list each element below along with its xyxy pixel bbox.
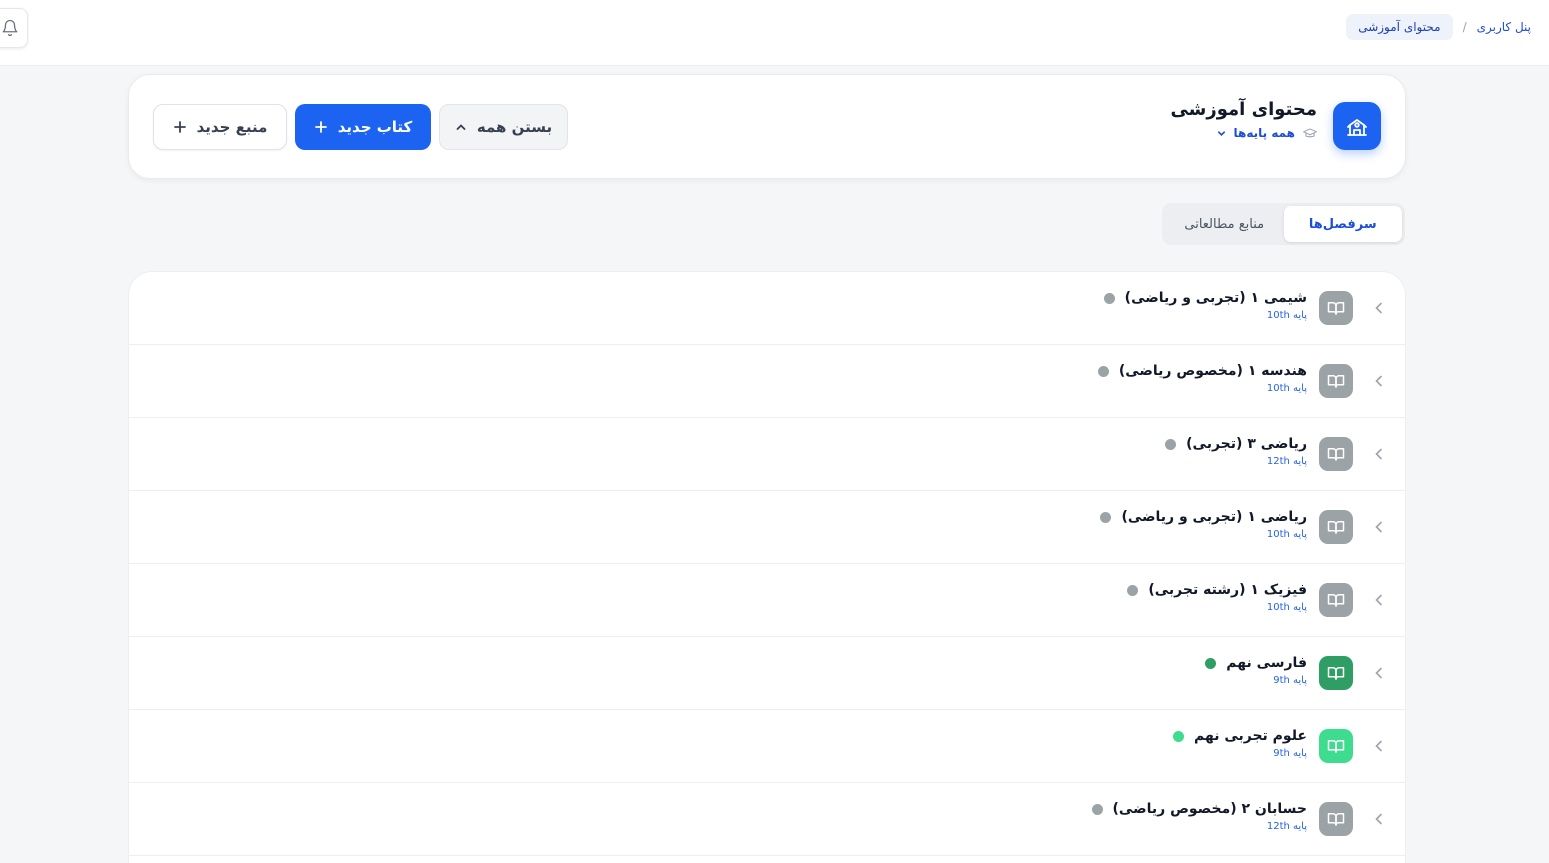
grade-filter[interactable]: همه پایه‌ها: [1170, 126, 1317, 140]
chevron-left-icon[interactable]: [1373, 665, 1385, 681]
plus-icon: [314, 121, 327, 133]
graduation-cap-icon: [1303, 128, 1317, 138]
book-row[interactable]: علوم تجربی نهم پایه 9th: [129, 710, 1405, 783]
book-row[interactable]: هندسه ۱ (مخصوص ریاضی) پایه 10th: [129, 345, 1405, 418]
plus-icon: [173, 121, 186, 133]
status-dot: [1172, 730, 1184, 742]
book-row[interactable]: ریاضی ۱ (تجربی و ریاضی) پایه 10th: [129, 491, 1405, 564]
new-book-label: کتاب جدید: [337, 118, 413, 136]
book-grade: پایه 9th: [1273, 748, 1307, 759]
book-grade: پایه 12th: [1266, 456, 1307, 467]
top-bar: پنل کاربری / محتوای آموزشی: [0, 0, 1549, 66]
book-row[interactable]: ریاضی ۳ (تجربی) پایه 12th: [129, 418, 1405, 491]
status-dot: [1205, 657, 1217, 669]
book-grade: پایه 10th: [1266, 310, 1307, 321]
breadcrumb-current: محتوای آموزشی: [1346, 14, 1453, 40]
breadcrumb-separator: /: [1462, 20, 1467, 34]
book-row[interactable]: فارسی نهم پایه 9th: [129, 637, 1405, 710]
chevron-up-icon: [456, 124, 466, 130]
book-grade: پایه 10th: [1266, 383, 1307, 394]
book-open-icon: [1319, 583, 1353, 617]
chevron-left-icon[interactable]: [1373, 446, 1385, 462]
page-title: محتوای آموزشی: [1170, 99, 1317, 120]
book-open-icon: [1319, 729, 1353, 763]
book-title: فیزیک ۱ (رشته تجربی): [1148, 582, 1307, 598]
status-dot: [1165, 438, 1177, 450]
chevron-left-icon[interactable]: [1373, 300, 1385, 316]
book-info: هندسه ۱ (مخصوص ریاضی) پایه 10th: [1097, 363, 1307, 394]
book-grade: پایه 10th: [1266, 529, 1307, 540]
chevron-down-icon: [1217, 130, 1225, 136]
book-title: شیمی ۱ (تجربی و ریاضی): [1124, 290, 1307, 306]
status-dot: [1103, 292, 1115, 304]
book-open-icon: [1319, 510, 1353, 544]
book-title: فارسی نهم: [1226, 655, 1307, 671]
book-info: حسابان ۲ (مخصوص ریاضی) پایه 12th: [1091, 801, 1307, 832]
book-info: ریاضی ۳ (تجربی) پایه 12th: [1165, 436, 1307, 467]
book-row[interactable]: شیمی ۱ (تجربی و ریاضی) پایه 10th: [129, 272, 1405, 345]
school-icon: [1333, 102, 1381, 150]
breadcrumb-home[interactable]: پنل کاربری: [1477, 20, 1531, 34]
tab-topics[interactable]: سرفصل‌ها: [1283, 206, 1402, 242]
new-book-button[interactable]: کتاب جدید: [295, 104, 431, 150]
book-open-icon: [1319, 364, 1353, 398]
book-title: علوم تجربی نهم: [1193, 728, 1307, 744]
tab-study-resources[interactable]: منابع مطالعاتی: [1165, 206, 1284, 242]
status-dot: [1100, 511, 1112, 523]
book-title: ریاضی ۱ (تجربی و ریاضی): [1121, 509, 1307, 525]
book-info: فارسی نهم پایه 9th: [1205, 655, 1307, 686]
book-open-icon: [1319, 437, 1353, 471]
book-open-icon: [1319, 656, 1353, 690]
book-title: هندسه ۱ (مخصوص ریاضی): [1118, 363, 1307, 379]
content-tabs: سرفصل‌ها منابع مطالعاتی: [1162, 203, 1405, 245]
book-grade: پایه 12th: [1266, 821, 1307, 832]
book-title: ریاضی ۳ (تجربی): [1186, 436, 1307, 452]
book-grade: پایه 9th: [1273, 675, 1307, 686]
new-source-label: منبع جدید: [196, 118, 268, 136]
status-dot: [1097, 365, 1109, 377]
book-row[interactable]: فیزیک ۱ (رشته تجربی) پایه 10th: [129, 564, 1405, 637]
breadcrumb: پنل کاربری / محتوای آموزشی: [1346, 14, 1531, 40]
status-dot: [1091, 803, 1103, 815]
collapse-all-label: بستن همه: [476, 118, 553, 136]
book-title: حسابان ۲ (مخصوص ریاضی): [1112, 801, 1307, 817]
book-info: شیمی ۱ (تجربی و ریاضی) پایه 10th: [1103, 290, 1307, 321]
book-row[interactable]: حسابان ۲ (مخصوص ریاضی) پایه 12th: [129, 783, 1405, 856]
header-card: محتوای آموزشی همه پایه‌ها بستن همه کتاب …: [128, 74, 1406, 179]
status-dot: [1127, 584, 1139, 596]
bell-icon: [2, 19, 18, 37]
title-block: محتوای آموزشی همه پایه‌ها: [1170, 99, 1317, 140]
chevron-left-icon[interactable]: [1373, 811, 1385, 827]
book-open-icon: [1319, 291, 1353, 325]
chevron-left-icon[interactable]: [1373, 738, 1385, 754]
book-info: علوم تجربی نهم پایه 9th: [1172, 728, 1307, 759]
notifications-button[interactable]: [0, 8, 28, 48]
chevron-left-icon[interactable]: [1373, 373, 1385, 389]
new-source-button[interactable]: منبع جدید: [153, 104, 287, 150]
book-grade: پایه 10th: [1266, 602, 1307, 613]
book-list: شیمی ۱ (تجربی و ریاضی) پایه 10th هندسه ۱ (…: [128, 271, 1406, 863]
chevron-left-icon[interactable]: [1373, 519, 1385, 535]
collapse-all-button[interactable]: بستن همه: [439, 104, 568, 150]
chevron-left-icon[interactable]: [1373, 592, 1385, 608]
grade-filter-label: همه پایه‌ها: [1233, 126, 1295, 140]
book-open-icon: [1319, 802, 1353, 836]
book-info: فیزیک ۱ (رشته تجربی) پایه 10th: [1127, 582, 1307, 613]
book-info: ریاضی ۱ (تجربی و ریاضی) پایه 10th: [1100, 509, 1307, 540]
